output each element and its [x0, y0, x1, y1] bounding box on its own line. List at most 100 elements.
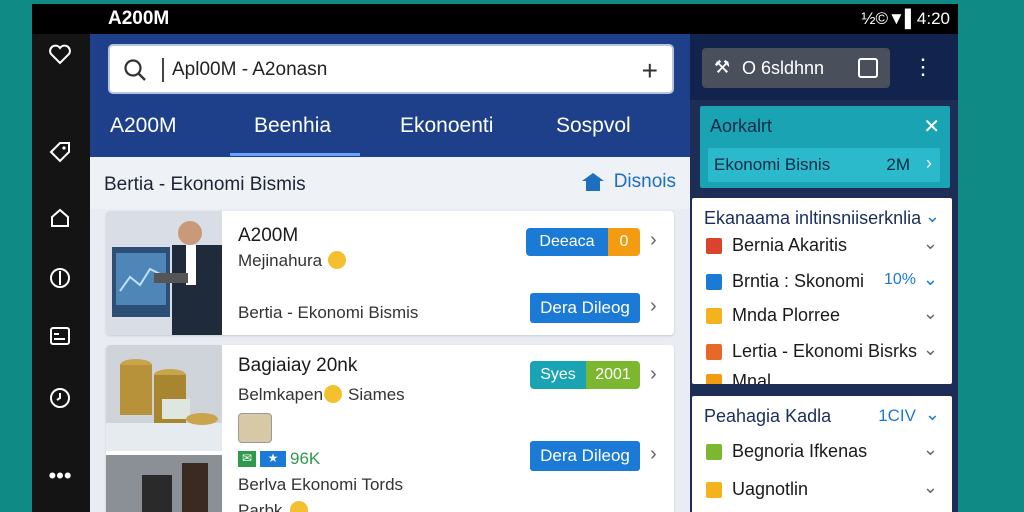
category-color-icon	[706, 374, 722, 384]
card-title: A200M	[238, 225, 299, 246]
chevron-right-icon: ›	[926, 153, 932, 173]
add-icon[interactable]: +	[642, 55, 658, 87]
tab-ekonoenti[interactable]: Ekonoenti	[400, 114, 493, 138]
home-icon[interactable]	[46, 204, 74, 232]
top-app-bar: Apl00M - A2onasn + A200M Beenhia Ekonoen…	[90, 34, 690, 157]
chevron-down-icon[interactable]: ⌄	[925, 206, 940, 227]
alert-header: Aorkalrt	[710, 116, 773, 136]
tab-sospvol[interactable]: Sospvol	[556, 114, 631, 138]
active-tab-indicator	[230, 153, 360, 156]
tool-icon: ⚒	[714, 57, 731, 77]
search-input[interactable]: Apl00M - A2onasn	[172, 59, 327, 81]
card-title: Bagiaiay 20nk	[238, 355, 358, 376]
status-bar: A200M ½©▼▌4:20	[32, 4, 958, 34]
section-link-label[interactable]: Disnois	[614, 171, 676, 193]
news-card[interactable]: Bagiaiay 20nk Belmkapen Siames ✉ ★ 96K B…	[106, 345, 674, 512]
category-item-label: Lertia - Ekonomi Bisrks	[732, 341, 918, 361]
news-card[interactable]: A200M Mejinahura Bertia - Ekonomi Bismis…	[106, 211, 674, 335]
right-panel-toolbar: ⚒ O 6sldhnn ⋮	[690, 34, 958, 100]
tab-beenhia[interactable]: Beenhia	[254, 114, 331, 138]
close-icon[interactable]: ✕	[923, 114, 940, 139]
left-navigation-rail: •••	[32, 34, 90, 512]
status-icons: ½©▼▌4:20	[861, 9, 950, 29]
card-subtitle: Mejinahura	[238, 251, 323, 270]
device-screen: A200M ½©▼▌4:20 ••• Apl00M - A2onasn + A2…	[32, 4, 958, 512]
coin-icon	[324, 385, 342, 403]
chevron-right-icon[interactable]: ›	[650, 363, 657, 386]
chevron-down-icon[interactable]: ⌄	[923, 303, 938, 324]
account-pill[interactable]: ⚒ O 6sldhnn	[702, 48, 890, 88]
card-icon[interactable]	[46, 322, 74, 350]
card-meta: Bertia - Ekonomi Bismis	[238, 303, 419, 322]
heart-icon[interactable]	[46, 40, 74, 68]
section-header: Bertia - Ekonomi Bismis Disnois	[90, 157, 690, 209]
category-card: Peahagia Kadla 1CIV ⌄ Begnoria Ifkenas ⌄…	[692, 396, 952, 512]
search-divider	[162, 58, 164, 82]
category-item-label: Brntia : Skonomi	[732, 271, 865, 291]
card-subtitle: Belmkapen	[238, 385, 324, 404]
category-color-icon	[706, 238, 722, 254]
card-badge[interactable]: Deeaca 0	[526, 228, 640, 256]
category-item-value: 10%	[883, 271, 916, 288]
clock-icon[interactable]	[46, 384, 74, 412]
tab-a200m[interactable]: A200M	[110, 114, 177, 138]
chevron-down-icon[interactable]: ⌄	[923, 339, 938, 360]
badge-value: 0	[608, 228, 640, 256]
chevron-down-icon[interactable]: ⌄	[923, 439, 938, 460]
more-icon[interactable]: •••	[46, 462, 74, 490]
mail-icon: ✉	[238, 451, 256, 467]
chevron-right-icon[interactable]: ›	[650, 443, 657, 466]
chevron-down-icon[interactable]: ⌄	[923, 233, 938, 254]
category-item[interactable]: Uagnotlin ⌄	[704, 476, 944, 504]
star-icon: ★	[260, 451, 286, 467]
category-item[interactable]: Mnal	[704, 368, 944, 384]
badge-label: Syes	[530, 361, 586, 389]
search-bar[interactable]: Apl00M - A2onasn +	[108, 44, 674, 94]
coin-icon	[328, 251, 346, 269]
card-badge[interactable]: Syes 2001	[530, 361, 640, 389]
section-title: Bertia - Ekonomi Bismis	[104, 174, 306, 195]
search-icon[interactable]	[122, 57, 148, 88]
category-item-label: Begnoria Ifkenas	[732, 441, 868, 461]
megaphone-icon	[581, 173, 604, 191]
badge-value: 2001	[586, 361, 640, 389]
category-color-icon	[706, 274, 722, 290]
right-side-panel: ⚒ O 6sldhnn ⋮ Aorkalrt ✕ Ekonomi Bisnis …	[690, 34, 958, 512]
category-color-icon	[706, 308, 722, 324]
chevron-down-icon[interactable]: ⌄	[925, 404, 940, 425]
category-card-header: Ekanaama inltinsniiserknlia	[704, 208, 922, 228]
main-content: Apl00M - A2onasn + A200M Beenhia Ekonoen…	[90, 34, 690, 512]
alert-item-label: Ekonomi Bisnis	[714, 155, 831, 174]
chevron-down-icon[interactable]: ⌄	[923, 269, 938, 290]
chevron-right-icon[interactable]: ›	[650, 295, 657, 318]
account-pill-label: O 6sldhnn	[742, 58, 825, 78]
section-link[interactable]: Disnois	[580, 171, 676, 193]
category-item[interactable]: Lertia - Ekonomi Bisrks ⌄	[704, 338, 944, 366]
card-action-button[interactable]: Dera Dileog	[530, 441, 640, 471]
category-item[interactable]: Begnoria Ifkenas ⌄	[704, 438, 944, 466]
status-time: A200M	[108, 8, 170, 29]
compass-icon[interactable]	[46, 264, 74, 292]
tag-icon[interactable]	[46, 138, 74, 166]
alert-item[interactable]: Ekonomi Bisnis 2M ›	[708, 148, 940, 182]
category-card-value: 1CIV	[878, 406, 916, 425]
kebab-menu-icon[interactable]: ⋮	[912, 54, 934, 80]
category-item-label: Bernia Akaritis	[732, 235, 848, 255]
card-thumbnail	[106, 345, 222, 512]
category-item[interactable]: Bernia Akaritis ⌄	[704, 232, 944, 260]
category-card-header: Peahagia Kadla	[704, 406, 832, 426]
category-card: Ekanaama inltinsniiserknlia ⌄ Bernia Aka…	[692, 198, 952, 384]
category-item-label: Mnda Plorree	[732, 305, 841, 325]
chevron-down-icon[interactable]: ⌄	[923, 477, 938, 498]
category-item[interactable]: Brntia : Skonomi 10% ⌄	[704, 268, 944, 296]
status-indicators: ½©▼▌4:20	[861, 9, 950, 28]
card-thumbnail	[106, 211, 222, 335]
category-color-icon	[706, 344, 722, 360]
category-color-icon	[706, 482, 722, 498]
category-item[interactable]: Mnda Plorree ⌄	[704, 302, 944, 330]
screenshot-icon[interactable]	[858, 58, 878, 78]
card-action-button[interactable]: Dera Dileog	[530, 293, 640, 323]
category-item-label: Uagnotlin	[732, 479, 809, 499]
tab-bar: A200M Beenhia Ekonoenti Sospvol	[90, 106, 690, 157]
chevron-right-icon[interactable]: ›	[650, 229, 657, 252]
